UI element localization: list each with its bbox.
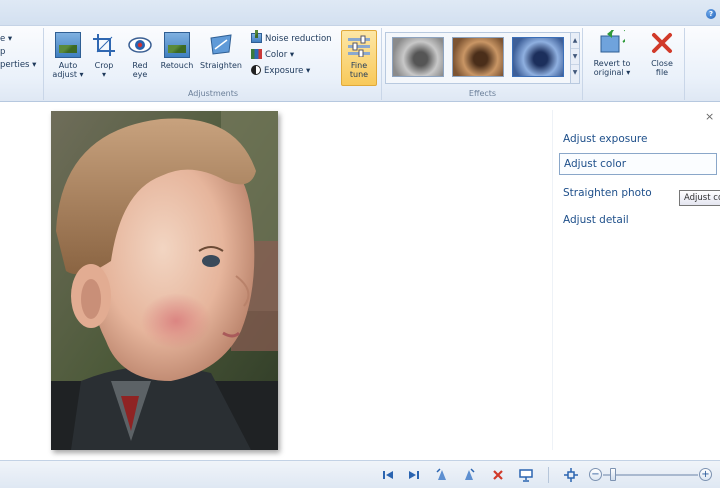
revert-icon [599, 26, 628, 56]
gallery-scroll-up-icon[interactable]: ▲ [571, 33, 579, 49]
ribbon-divider [684, 28, 685, 100]
properties-button[interactable]: perties ▾ [0, 58, 36, 72]
straighten-photo-link[interactable]: Straighten photo [563, 187, 652, 199]
effects-gallery-scroller[interactable]: ▲ ▼ ▼ [570, 33, 579, 83]
color-button[interactable]: Color ▾ [251, 48, 294, 62]
auto-adjust-label: Auto [58, 61, 78, 70]
crop-icon [91, 32, 117, 58]
zoom-slider-track[interactable] [603, 474, 698, 476]
close-pane-icon[interactable]: × [705, 110, 714, 123]
adjustments-group-label: Adjustments [187, 89, 239, 98]
effect-bw-thumbnail[interactable] [392, 37, 444, 77]
auto-adjust-icon [55, 32, 81, 58]
zoom-out-button[interactable]: − [589, 468, 602, 481]
close-file-icon [649, 30, 675, 56]
help-icon[interactable]: ? [706, 9, 716, 19]
ribbon-group-partial: e ▾ p perties ▾ [0, 28, 44, 100]
gallery-expand-icon[interactable]: ▼ [571, 65, 579, 81]
tooltip: Adjust color [679, 190, 720, 206]
revert-label-2: original ▾ [593, 68, 631, 77]
rotate-left-icon[interactable] [435, 468, 449, 482]
straighten-button[interactable]: Straighten [198, 32, 244, 70]
fine-tune-button[interactable]: Fine tune [341, 30, 377, 86]
retouch-button[interactable]: Retouch [158, 32, 196, 70]
revert-to-original-button[interactable]: Revert to original ▾ [590, 26, 634, 77]
color-label: Color ▾ [265, 50, 295, 60]
crop-button[interactable]: Crop ▾ [89, 32, 119, 79]
adjust-color-link[interactable]: Adjust color [559, 153, 717, 175]
first-icon[interactable] [381, 468, 395, 482]
effect-sepia-thumbnail[interactable] [452, 37, 504, 77]
status-bar: − + [0, 460, 720, 488]
exposure-icon [251, 65, 261, 75]
adjust-detail-link[interactable]: Adjust detail [563, 214, 629, 226]
red-eye-button[interactable]: Red eye [125, 32, 155, 79]
rotate-right-icon[interactable] [462, 468, 476, 482]
ribbon: e ▾ p perties ▾ Auto adjust ▾ Crop ▾ Red… [0, 26, 720, 102]
effects-group-label: Effects [468, 89, 497, 98]
close-file-label: Close [651, 59, 673, 68]
slideshow-icon[interactable] [519, 468, 533, 482]
revert-label: Revert to [593, 59, 631, 68]
zoom-in-button[interactable]: + [699, 468, 712, 481]
title-bar: ? [0, 0, 720, 26]
photo-image [51, 111, 278, 450]
close-file-button[interactable]: Close file [646, 30, 678, 77]
fine-tune-label-2: tune [349, 70, 369, 79]
retouch-label: Retouch [160, 61, 194, 70]
effects-gallery: ▲ ▼ ▼ [385, 32, 580, 84]
red-eye-label: Red [132, 61, 148, 70]
noise-reduction-label: Noise reduction [265, 34, 332, 44]
exposure-label: Exposure ▾ [264, 66, 311, 76]
statusbar-divider [548, 467, 549, 483]
exposure-button[interactable]: Exposure ▾ [251, 64, 310, 78]
close-file-label-2: file [655, 68, 669, 77]
fine-tune-icon [347, 35, 371, 58]
next-icon[interactable] [407, 468, 421, 482]
effect-cyan-thumbnail[interactable] [512, 37, 564, 77]
straighten-label: Straighten [200, 61, 242, 70]
crop-label: Crop [94, 61, 114, 70]
photo-canvas [51, 111, 278, 450]
fine-tune-label: Fine [350, 61, 368, 70]
noise-reduction-button[interactable]: Noise reduction [251, 30, 332, 46]
auto-adjust-label-2: adjust ▾ [52, 70, 84, 79]
noise-reduction-icon [251, 30, 262, 43]
adjust-exposure-link[interactable]: Adjust exposure [563, 133, 647, 145]
actual-size-icon[interactable] [564, 468, 578, 482]
auto-adjust-button[interactable]: Auto adjust ▾ [51, 32, 85, 79]
color-icon [251, 49, 262, 59]
partial-item-1[interactable]: e ▾ [0, 32, 12, 46]
red-eye-icon [127, 32, 153, 58]
pane-divider [552, 110, 553, 450]
zoom-slider-thumb[interactable] [610, 468, 616, 481]
retouch-icon [164, 32, 190, 58]
gallery-scroll-down-icon[interactable]: ▼ [571, 49, 579, 65]
photo-gallery-window: ? e ▾ p perties ▾ Auto adjust ▾ Crop ▾ R… [0, 0, 720, 488]
partial-item-2[interactable]: p [0, 45, 5, 59]
straighten-icon [208, 32, 234, 58]
ribbon-group-adjustments: Auto adjust ▾ Crop ▾ Red eye Retouch Str… [45, 28, 382, 100]
crop-dropdown-arrow: ▾ [101, 70, 106, 79]
red-eye-label-2: eye [132, 70, 148, 79]
delete-icon[interactable] [491, 468, 505, 482]
